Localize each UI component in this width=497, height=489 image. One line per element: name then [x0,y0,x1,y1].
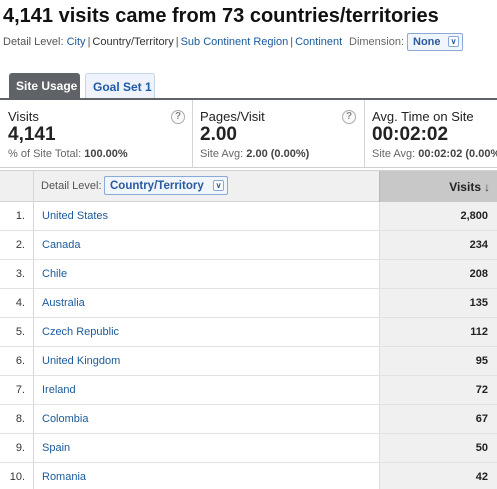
visits-value: 72 [379,376,497,404]
help-icon[interactable]: ? [342,110,356,124]
detail-level-subcontinent-link[interactable]: Sub Continent Region [181,36,289,48]
country-link[interactable]: United States [42,210,108,222]
table-row: 7. Ireland 72 [0,376,497,405]
country-link[interactable]: Spain [42,442,70,454]
country-link[interactable]: Canada [42,239,81,251]
country-link[interactable]: Australia [42,297,85,309]
index-column-header [0,171,34,202]
scorecard-label: Pages/Visit [200,109,265,124]
scorecard-sub-value: 2.00 (0.00%) [246,148,310,160]
country-link[interactable]: United Kingdom [42,355,120,367]
row-index: 3. [0,260,34,288]
row-index: 8. [0,405,34,433]
detail-level-city-link[interactable]: City [67,36,86,48]
scorecard-sub: Site Avg: 2.00 (0.00%) [200,148,309,160]
row-index: 10. [0,463,34,489]
country-link[interactable]: Chile [42,268,67,280]
scorecard-pages-visit: Pages/Visit ? 2.00 Site Avg: 2.00 (0.00%… [193,100,365,168]
row-index: 9. [0,434,34,462]
table-row: 5. Czech Republic 112 [0,318,497,347]
scorecard-visits: Visits ? 4,141 % of Site Total: 100.00% [0,100,193,168]
country-link[interactable]: Czech Republic [42,326,119,338]
table-detail-level-value: Country/Territory [110,180,204,192]
table-row: 10. Romania 42 [0,463,497,489]
visits-value: 67 [379,405,497,433]
visits-value: 2,800 [379,202,497,230]
table-detail-level-label: Detail Level: [41,180,102,192]
table-row: 3. Chile 208 [0,260,497,289]
table-row: 9. Spain 50 [0,434,497,463]
country-link[interactable]: Colombia [42,413,88,425]
country-link[interactable]: Ireland [42,384,76,396]
scorecard-row: Visits ? 4,141 % of Site Total: 100.00% … [0,100,497,168]
detail-level-continent-link[interactable]: Continent [295,36,342,48]
separator: | [175,36,179,48]
row-index: 2. [0,231,34,259]
table-detail-level-select[interactable]: Country/Territory ∨ [104,176,228,195]
row-index: 5. [0,318,34,346]
scorecard-sub-value: 100.00% [84,148,128,160]
scorecard-value: 00:02:02 [372,124,449,145]
chevron-down-icon: ∨ [213,180,224,191]
tab-site-usage[interactable]: Site Usage [9,73,80,99]
scorecard-sub-value: 00:02:02 (0.00%) [418,148,497,160]
visits-value: 95 [379,347,497,375]
country-link[interactable]: Romania [42,471,86,483]
table-row: 2. Canada 234 [0,231,497,260]
visits-value: 42 [379,463,497,489]
table-header: Detail Level: Country/Territory ∨ Visits… [0,170,497,202]
scorecard-value: 2.00 [200,124,237,145]
dimension-value: None [413,36,441,48]
visits-value: 135 [379,289,497,317]
row-index: 1. [0,202,34,230]
dimension-select[interactable]: None ∨ [407,33,463,51]
table-row: 1. United States 2,800 [0,202,497,231]
scorecard-sub: % of Site Total: 100.00% [8,148,128,160]
row-index: 7. [0,376,34,404]
scorecard-avg-time: Avg. Time on Site 00:02:02 Site Avg: 00:… [365,100,497,168]
visits-header-label: Visits [449,180,481,194]
help-icon[interactable]: ? [171,110,185,124]
visits-column-header[interactable]: Visits ↓ [379,171,497,202]
chevron-down-icon: ∨ [448,36,459,47]
table-row: 4. Australia 135 [0,289,497,318]
table-row: 6. United Kingdom 95 [0,347,497,376]
scorecard-sub-label: Site Avg: [372,148,416,160]
detail-level-bar: Detail Level: City | Country/Territory | Sub… [3,36,342,48]
detail-level-country-current: Country/Territory [92,36,174,48]
visits-value: 112 [379,318,497,346]
scorecard-sub: Site Avg: 00:02:02 (0.00%) [372,148,497,160]
tab-goal-set-1[interactable]: Goal Set 1 [85,73,155,99]
table-row: 8. Colombia 67 [0,405,497,434]
scorecard-label: Avg. Time on Site [372,109,474,124]
scorecard-label: Visits [8,109,39,124]
row-index: 4. [0,289,34,317]
sort-down-icon: ↓ [484,180,490,194]
scorecard-sub-label: Site Avg: [200,148,244,160]
dimension-label: Dimension: [349,36,405,48]
scorecard-sub-label: % of Site Total: [8,148,82,160]
detail-level-label: Detail Level: [3,36,64,48]
visits-value: 208 [379,260,497,288]
visits-value: 50 [379,434,497,462]
row-index: 6. [0,347,34,375]
page-title: 4,141 visits came from 73 countries/terr… [3,5,439,27]
scorecard-value: 4,141 [8,124,56,145]
visits-value: 234 [379,231,497,259]
table-body: 1. United States 2,800 2. Canada 234 3. Chile 20… [0,202,497,489]
